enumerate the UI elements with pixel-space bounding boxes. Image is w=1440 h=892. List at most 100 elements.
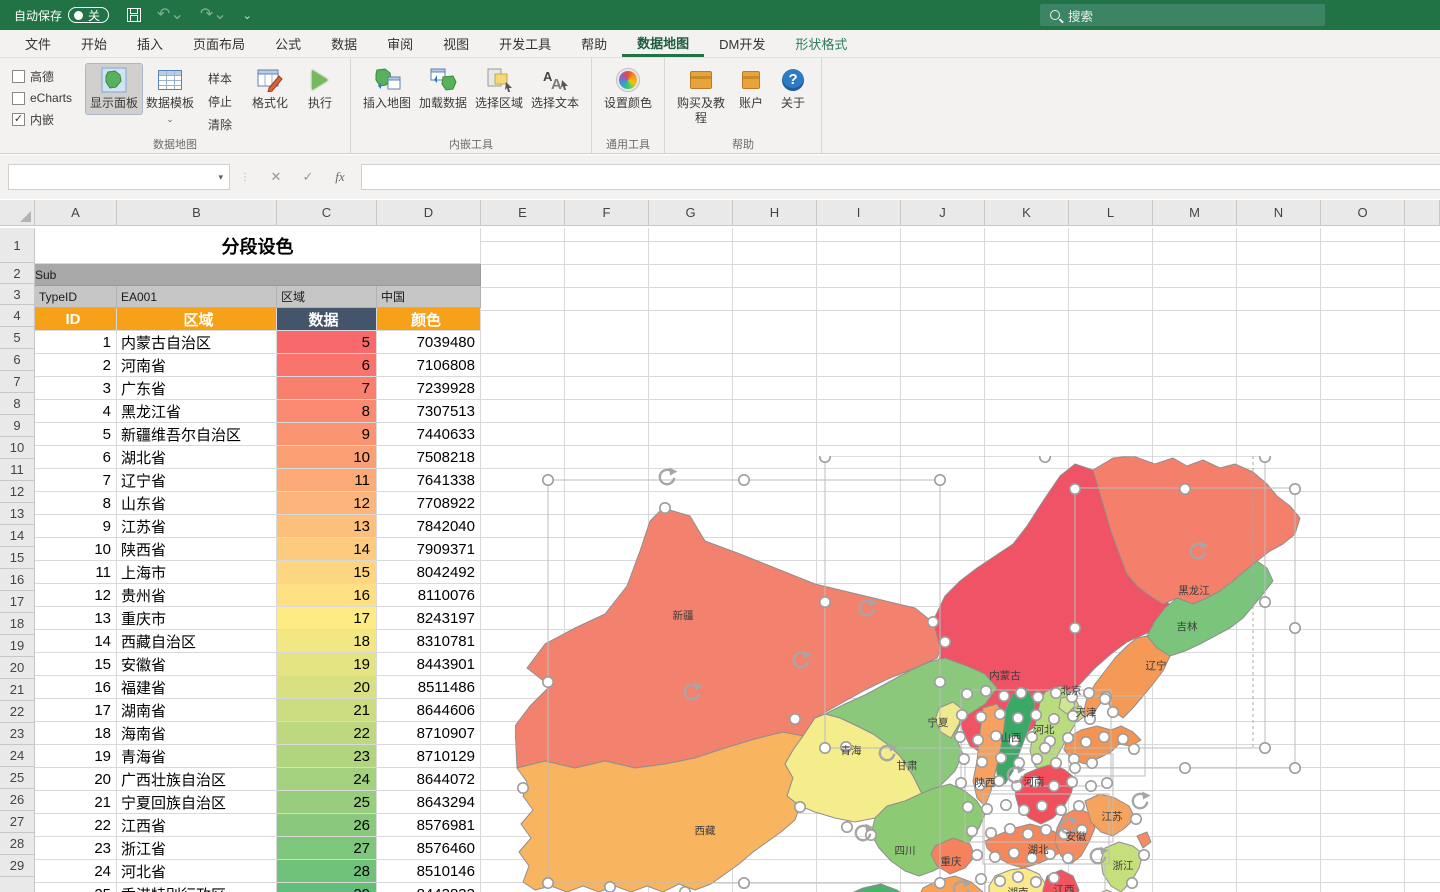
column-header-M[interactable]: M xyxy=(1153,200,1237,225)
cell-color-code[interactable]: 8243197 xyxy=(377,607,481,630)
search-input[interactable]: 搜索 xyxy=(1040,4,1325,26)
cell-data[interactable]: 15 xyxy=(277,561,377,584)
cell-color-code[interactable]: 8643294 xyxy=(377,791,481,814)
cell-data[interactable]: 18 xyxy=(277,630,377,653)
table-header-row[interactable]: ID 区域 数据 颜色 xyxy=(35,308,481,331)
tab-3[interactable]: 页面布局 xyxy=(178,30,260,57)
cell-region[interactable]: 河北省 xyxy=(117,860,277,883)
cell-color-code[interactable]: 7106808 xyxy=(377,354,481,377)
cell-id[interactable]: 3 xyxy=(35,377,117,400)
header-data[interactable]: 数据 xyxy=(277,308,377,331)
row-header-25[interactable]: 25 xyxy=(0,767,34,789)
autosave-pill[interactable]: 关 xyxy=(68,7,109,23)
table-sub-row[interactable]: Sub xyxy=(35,264,481,286)
cell-color-code[interactable]: 7641338 xyxy=(377,469,481,492)
undo-icon[interactable]: ↶⌄ xyxy=(157,8,184,22)
cell-region[interactable]: 上海市 xyxy=(117,561,277,584)
row-header-20[interactable]: 20 xyxy=(0,657,34,679)
set-color-button[interactable]: 设置颜色 xyxy=(600,64,656,114)
cell-id[interactable]: 25 xyxy=(35,883,117,892)
insert-function-icon[interactable]: fx xyxy=(325,164,355,190)
cell-region[interactable]: 江苏省 xyxy=(117,515,277,538)
column-header-G[interactable]: G xyxy=(649,200,733,225)
checkbox-icon[interactable] xyxy=(12,70,25,83)
cell-data[interactable]: 8 xyxy=(277,400,377,423)
row-header-27[interactable]: 27 xyxy=(0,811,34,833)
meta-type-value[interactable]: EA001 xyxy=(117,286,277,308)
cell-color-code[interactable]: 7239928 xyxy=(377,377,481,400)
cell-data[interactable]: 24 xyxy=(277,768,377,791)
column-header-N[interactable]: N xyxy=(1237,200,1321,225)
name-box[interactable]: ▾ xyxy=(8,164,230,190)
tab-6[interactable]: 审阅 xyxy=(372,30,428,57)
cell-id[interactable]: 24 xyxy=(35,860,117,883)
format-button[interactable]: 格式化 xyxy=(242,64,298,114)
formula-input[interactable] xyxy=(361,164,1440,190)
row-header-28[interactable]: 28 xyxy=(0,833,34,855)
table-title[interactable]: 分段设色 xyxy=(35,228,481,264)
select-all-corner[interactable] xyxy=(0,200,35,226)
column-header-E[interactable]: E xyxy=(481,200,565,225)
load-data-button[interactable]: 加载数据 xyxy=(415,64,471,114)
cell-data[interactable]: 21 xyxy=(277,699,377,722)
cell-id[interactable]: 16 xyxy=(35,676,117,699)
sample-button[interactable]: 样本 xyxy=(205,69,235,88)
row-header-18[interactable]: 18 xyxy=(0,613,34,635)
cell-color-code[interactable]: 7842040 xyxy=(377,515,481,538)
cell-color-code[interactable]: 8510146 xyxy=(377,860,481,883)
cell-data[interactable]: 11 xyxy=(277,469,377,492)
cell-region[interactable]: 海南省 xyxy=(117,722,277,745)
tab-9[interactable]: 帮助 xyxy=(566,30,622,57)
column-header-O[interactable]: O xyxy=(1321,200,1405,225)
tab-0[interactable]: 文件 xyxy=(10,30,66,57)
cell-color-code[interactable]: 7307513 xyxy=(377,400,481,423)
cell-id[interactable]: 22 xyxy=(35,814,117,837)
cell-data[interactable]: 23 xyxy=(277,745,377,768)
meta-region-label[interactable]: 区域 xyxy=(277,286,377,308)
cell-id[interactable]: 11 xyxy=(35,561,117,584)
row-header-1[interactable]: 1 xyxy=(0,228,34,263)
cell-color-code[interactable]: 7508218 xyxy=(377,446,481,469)
cell-id[interactable]: 14 xyxy=(35,630,117,653)
cell-id[interactable]: 9 xyxy=(35,515,117,538)
checkbox-内嵌[interactable]: ✓内嵌 xyxy=(12,111,72,128)
row-header-8[interactable]: 8 xyxy=(0,393,34,415)
meta-region-value[interactable]: 中国 xyxy=(377,286,481,308)
cell-color-code[interactable]: 8644606 xyxy=(377,699,481,722)
row-header-11[interactable]: 11 xyxy=(0,459,34,481)
row-header-14[interactable]: 14 xyxy=(0,525,34,547)
row-header-7[interactable]: 7 xyxy=(0,371,34,393)
cell-color-code[interactable]: 8576981 xyxy=(377,814,481,837)
row-header-2[interactable]: 2 xyxy=(0,263,34,284)
cancel-icon[interactable]: ✕ xyxy=(261,164,291,190)
cell-id[interactable]: 20 xyxy=(35,768,117,791)
column-header-I[interactable]: I xyxy=(817,200,901,225)
enter-icon[interactable]: ✓ xyxy=(293,164,323,190)
cell-color-code[interactable]: 8042492 xyxy=(377,561,481,584)
column-header-A[interactable]: A xyxy=(35,200,117,225)
cell-data[interactable]: 14 xyxy=(277,538,377,561)
cell-data[interactable]: 27 xyxy=(277,837,377,860)
cell-color-code[interactable]: 7909371 xyxy=(377,538,481,561)
cell-id[interactable]: 2 xyxy=(35,354,117,377)
column-header-J[interactable]: J xyxy=(901,200,985,225)
column-header-C[interactable]: C xyxy=(277,200,377,225)
about-button[interactable]: ? 关于 xyxy=(773,64,813,114)
cell-id[interactable]: 8 xyxy=(35,492,117,515)
cell-color-code[interactable]: 8443901 xyxy=(377,653,481,676)
cell-region[interactable]: 贵州省 xyxy=(117,584,277,607)
tab-2[interactable]: 插入 xyxy=(122,30,178,57)
cell-id[interactable]: 23 xyxy=(35,837,117,860)
cell-id[interactable]: 6 xyxy=(35,446,117,469)
account-button[interactable]: 账户 xyxy=(729,64,773,114)
row-header-19[interactable]: 19 xyxy=(0,635,34,657)
header-id[interactable]: ID xyxy=(35,308,117,331)
cell-data[interactable]: 7 xyxy=(277,377,377,400)
cell-region[interactable]: 广西壮族自治区 xyxy=(117,768,277,791)
row-header-26[interactable]: 26 xyxy=(0,789,34,811)
cell-region[interactable]: 江西省 xyxy=(117,814,277,837)
column-header-B[interactable]: B xyxy=(117,200,277,225)
meta-type-label[interactable]: TypeID xyxy=(35,286,117,308)
cell-color-code[interactable]: 8710907 xyxy=(377,722,481,745)
cell-data[interactable]: 6 xyxy=(277,354,377,377)
